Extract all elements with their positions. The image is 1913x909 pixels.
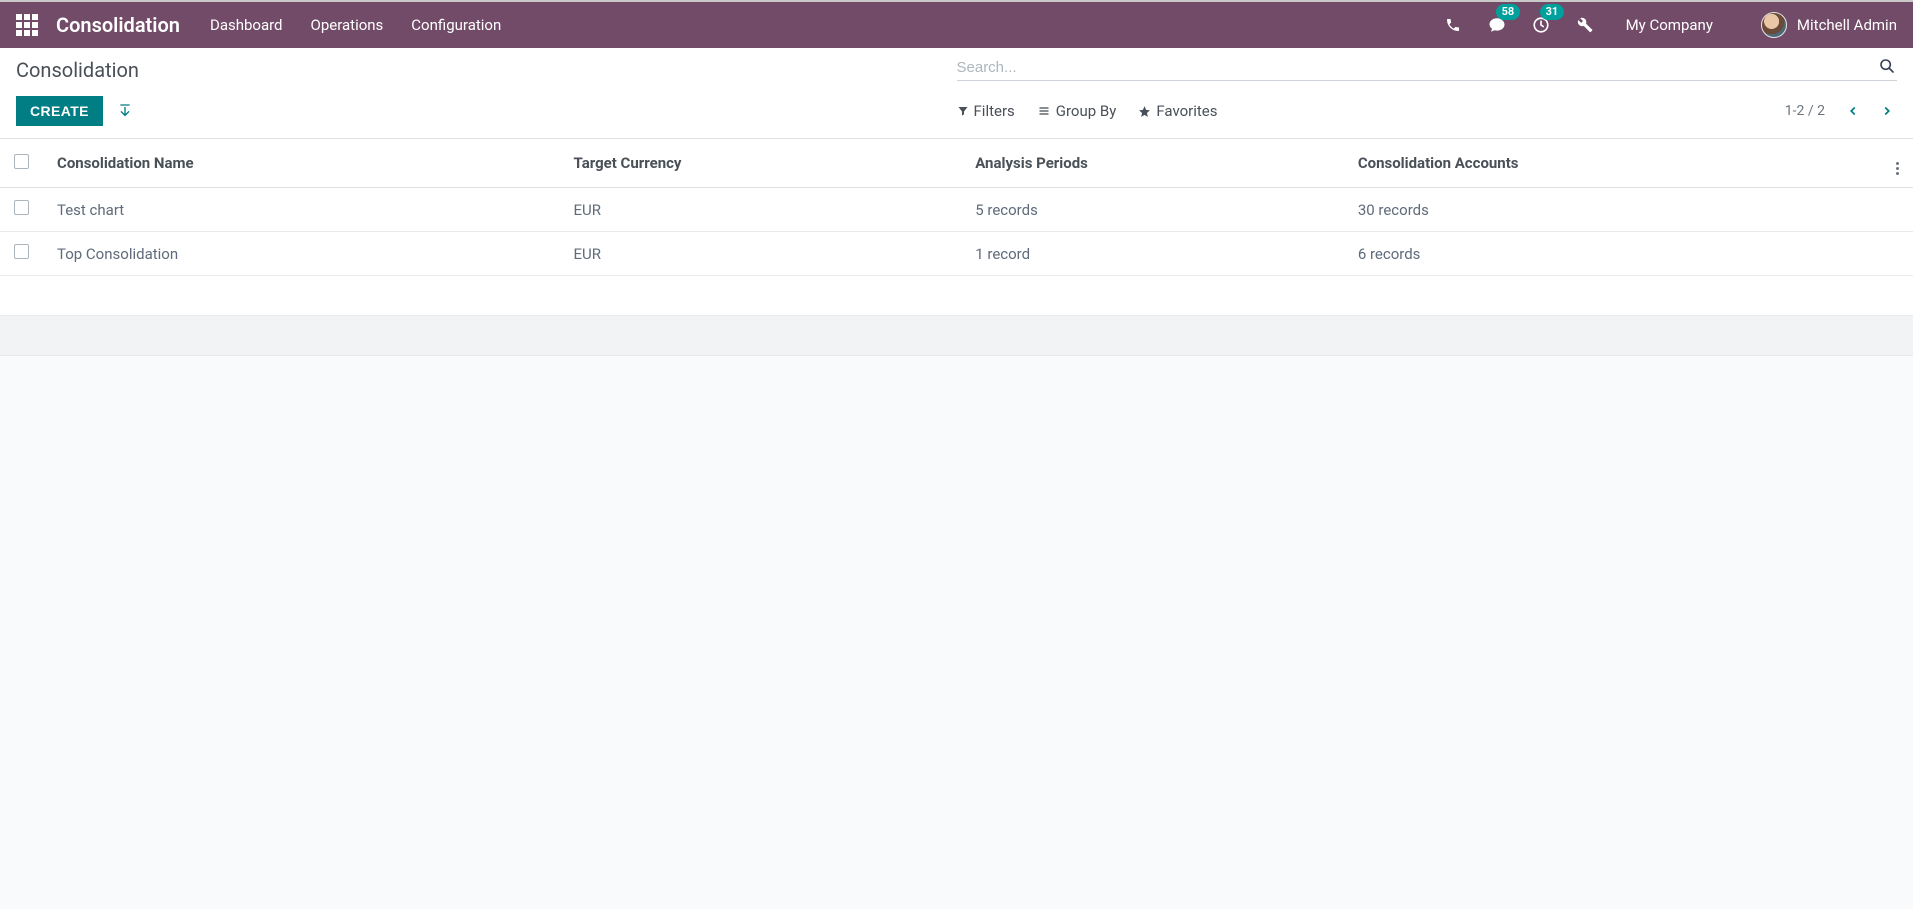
groupby-button[interactable]: Group By — [1037, 102, 1117, 120]
user-name: Mitchell Admin — [1797, 16, 1897, 34]
app-brand[interactable]: Consolidation — [56, 13, 180, 37]
pager: 1-2 / 2 — [1785, 101, 1897, 121]
search-input[interactable] — [957, 59, 1880, 76]
apps-icon[interactable] — [16, 14, 38, 36]
filters-label: Filters — [974, 102, 1015, 120]
pager-range[interactable]: 1-2 / 2 — [1785, 103, 1825, 119]
list-view: Consolidation Name Target Currency Analy… — [0, 139, 1913, 316]
chevron-right-icon — [1880, 104, 1894, 118]
groupby-label: Group By — [1056, 102, 1117, 120]
column-options-icon[interactable] — [1896, 162, 1899, 175]
messages-icon[interactable]: 58 — [1484, 12, 1510, 38]
row-checkbox[interactable] — [14, 200, 29, 215]
col-header-accounts[interactable]: Consolidation Accounts — [1344, 139, 1882, 188]
pager-next[interactable] — [1877, 101, 1897, 121]
nav-right: 58 31 My Company Mitchell Admin — [1440, 12, 1897, 38]
search-bar — [957, 58, 1898, 81]
activities-badge: 31 — [1540, 4, 1565, 20]
phone-icon[interactable] — [1440, 12, 1466, 38]
activities-icon[interactable]: 31 — [1528, 12, 1554, 38]
navbar: Consolidation Dashboard Operations Confi… — [0, 2, 1913, 48]
table-row[interactable]: Top Consolidation EUR 1 record 6 records — [0, 232, 1913, 276]
cell-accounts: 6 records — [1344, 232, 1882, 276]
cell-periods: 1 record — [961, 232, 1344, 276]
nav-menu: Dashboard Operations Configuration — [210, 16, 501, 34]
left-buttons: CREATE — [16, 96, 133, 126]
search-icon[interactable] — [1879, 58, 1897, 76]
table-footer-blank — [0, 276, 1913, 316]
star-icon — [1138, 105, 1151, 118]
create-button[interactable]: CREATE — [16, 96, 103, 126]
nav-item-configuration[interactable]: Configuration — [411, 16, 501, 34]
messages-badge: 58 — [1496, 4, 1521, 20]
nav-item-dashboard[interactable]: Dashboard — [210, 16, 283, 34]
cell-currency: EUR — [560, 188, 962, 232]
chevron-left-icon — [1846, 104, 1860, 118]
favorites-button[interactable]: Favorites — [1138, 102, 1217, 120]
table-row[interactable]: Test chart EUR 5 records 30 records — [0, 188, 1913, 232]
cell-name: Test chart — [43, 188, 560, 232]
filters-button[interactable]: Filters — [957, 102, 1015, 120]
nav-item-operations[interactable]: Operations — [311, 16, 384, 34]
export-icon[interactable] — [117, 103, 133, 119]
cell-name: Top Consolidation — [43, 232, 560, 276]
groupby-icon — [1037, 105, 1051, 117]
col-header-name[interactable]: Consolidation Name — [43, 139, 560, 188]
company-selector[interactable]: My Company — [1626, 16, 1713, 34]
cell-currency: EUR — [560, 232, 962, 276]
row-checkbox[interactable] — [14, 244, 29, 259]
cell-periods: 5 records — [961, 188, 1344, 232]
control-panel: Consolidation CREATE Filters Gro — [0, 48, 1913, 139]
debug-icon[interactable] — [1572, 12, 1598, 38]
favorites-label: Favorites — [1156, 102, 1217, 120]
col-header-periods[interactable]: Analysis Periods — [961, 139, 1344, 188]
pager-prev[interactable] — [1843, 101, 1863, 121]
avatar — [1761, 12, 1787, 38]
cell-accounts: 30 records — [1344, 188, 1882, 232]
select-all-checkbox[interactable] — [14, 154, 29, 169]
breadcrumb: Consolidation — [16, 58, 139, 82]
search-options: Filters Group By Favorites — [957, 102, 1218, 120]
user-menu[interactable]: Mitchell Admin — [1761, 12, 1897, 38]
filter-icon — [957, 105, 969, 117]
col-header-currency[interactable]: Target Currency — [560, 139, 962, 188]
table-header-row: Consolidation Name Target Currency Analy… — [0, 139, 1913, 188]
page-gap — [0, 316, 1913, 356]
